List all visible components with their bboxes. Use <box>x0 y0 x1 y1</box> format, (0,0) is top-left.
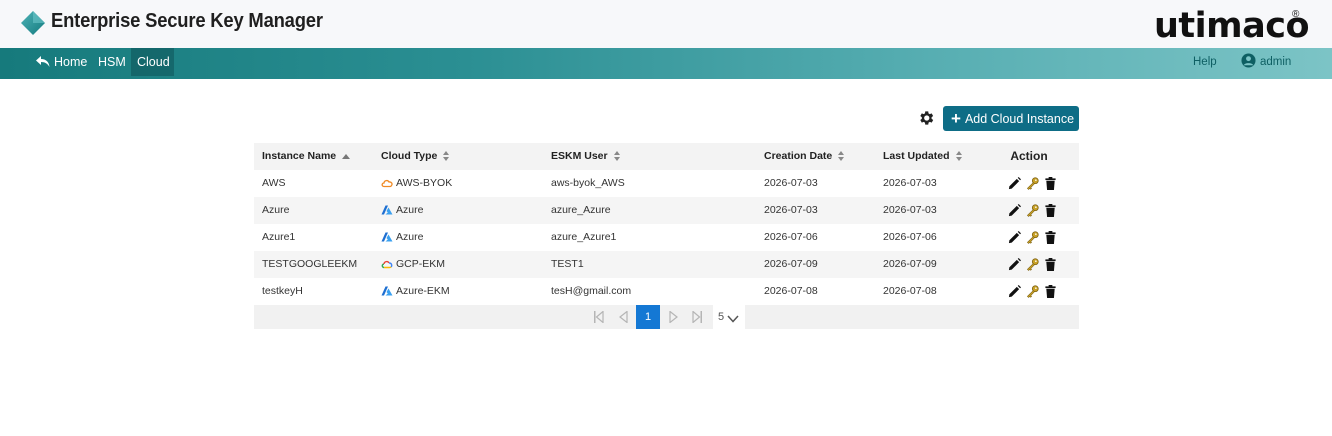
cloud-type: Azure <box>381 224 423 251</box>
app-title: Enterprise Secure Key Manager <box>51 10 323 32</box>
cloud-instance-table: Instance Name Cloud Type ESKM User Creat… <box>254 143 1079 329</box>
nav-cloud[interactable]: Cloud <box>131 48 174 76</box>
next-page-icon <box>668 310 678 324</box>
column-header-action: Action <box>1010 149 1048 163</box>
back-arrow-icon <box>36 56 50 67</box>
next-page-button[interactable] <box>666 305 680 329</box>
eskm-user: tesH@gmail.com <box>551 285 632 297</box>
sort-icon <box>443 151 450 162</box>
column-header-instance-name[interactable]: Instance Name <box>262 143 351 170</box>
sort-icon <box>838 151 845 162</box>
column-header-cloud-type[interactable]: Cloud Type <box>381 143 450 170</box>
key-icon[interactable] <box>1026 204 1039 217</box>
creation-date: 2026-07-03 <box>764 177 818 189</box>
column-header-creation-date[interactable]: Creation Date <box>764 143 845 170</box>
chevron-down-icon <box>727 315 739 323</box>
azure-icon <box>381 286 393 296</box>
last-updated: 2026-07-08 <box>883 285 937 297</box>
utimaco-logo: utimaco <box>1154 6 1310 46</box>
eskm-user: azure_Azure1 <box>551 231 617 243</box>
table-row[interactable]: Azure Azure azure_Azure 2026-07-03 2026-07-0… <box>254 197 1079 224</box>
diamond-logo-icon <box>21 11 45 35</box>
previous-page-icon <box>618 310 628 324</box>
delete-icon[interactable] <box>1044 258 1057 271</box>
creation-date: 2026-07-06 <box>764 231 818 243</box>
key-icon[interactable] <box>1026 177 1039 190</box>
app-header: Enterprise Secure Key Manager utimaco ® <box>0 0 1332 48</box>
registered-mark: ® <box>1292 9 1300 20</box>
last-updated: 2026-07-03 <box>883 204 937 216</box>
add-cloud-instance-label: Add Cloud Instance <box>964 112 1075 126</box>
instance-name: testkeyH <box>262 285 303 297</box>
nav-help[interactable]: Help <box>1193 48 1217 76</box>
gcp-icon <box>381 260 393 269</box>
creation-date: 2026-07-09 <box>764 258 818 270</box>
edit-icon[interactable] <box>1008 204 1021 217</box>
delete-icon[interactable] <box>1044 177 1057 190</box>
azure-icon <box>381 232 393 242</box>
last-updated: 2026-07-03 <box>883 177 937 189</box>
sort-asc-icon <box>342 153 351 159</box>
creation-date: 2026-07-03 <box>764 204 818 216</box>
main-nav: Home HSM Cloud Help admin <box>0 48 1332 79</box>
last-updated: 2026-07-09 <box>883 258 937 270</box>
cloud-type: Azure <box>381 197 423 224</box>
first-page-icon <box>594 310 604 324</box>
sort-icon <box>613 151 621 162</box>
nav-home[interactable]: Home <box>36 48 87 76</box>
key-icon[interactable] <box>1026 258 1039 271</box>
eskm-user: azure_Azure <box>551 204 611 216</box>
add-cloud-instance-button[interactable]: + Add Cloud Instance <box>943 106 1079 131</box>
delete-icon[interactable] <box>1044 285 1057 298</box>
delete-icon[interactable] <box>1044 204 1057 217</box>
page-number-button[interactable]: 1 <box>636 305 660 329</box>
cloud-type: GCP-EKM <box>381 251 445 278</box>
user-name: admin <box>1260 56 1292 68</box>
key-icon[interactable] <box>1026 285 1039 298</box>
previous-page-button[interactable] <box>616 305 630 329</box>
edit-icon[interactable] <box>1008 285 1021 298</box>
last-page-button[interactable] <box>690 305 704 329</box>
edit-icon[interactable] <box>1008 258 1021 271</box>
column-header-last-updated[interactable]: Last Updated <box>883 143 963 170</box>
column-header-eskm-user[interactable]: ESKM User <box>551 143 621 170</box>
plus-icon: + <box>951 109 961 128</box>
nav-hsm[interactable]: HSM <box>98 48 126 76</box>
eskm-user: TEST1 <box>551 258 584 270</box>
eskm-user: aws-byok_AWS <box>551 177 625 189</box>
cloud-type: AWS-BYOK <box>381 170 452 197</box>
edit-icon[interactable] <box>1008 231 1021 244</box>
table-row[interactable]: testkeyH Azure-EKM tesH@gmail.com 2026-07-0… <box>254 278 1079 305</box>
instance-name: Azure <box>262 204 290 216</box>
last-page-icon <box>692 310 702 324</box>
instance-name: AWS <box>262 177 286 189</box>
gear-icon[interactable] <box>917 109 935 127</box>
azure-icon <box>381 205 393 215</box>
delete-icon[interactable] <box>1044 231 1057 244</box>
key-icon[interactable] <box>1026 231 1039 244</box>
table-row[interactable]: AWS AWS-BYOK aws-byok_AWS 2026-07-03 2026-07… <box>254 170 1079 197</box>
nav-home-label: Home <box>54 55 88 69</box>
user-menu[interactable]: admin <box>1241 48 1291 76</box>
pagination: 1 5 <box>254 305 1079 329</box>
table-header: Instance Name Cloud Type ESKM User Creat… <box>254 143 1079 170</box>
first-page-button[interactable] <box>592 305 606 329</box>
creation-date: 2026-07-08 <box>764 285 818 297</box>
last-updated: 2026-07-06 <box>883 231 937 243</box>
table-row[interactable]: Azure1 Azure azure_Azure1 2026-07-06 2026-07… <box>254 224 1079 251</box>
page-size-select[interactable]: 5 <box>713 305 745 329</box>
cloud-type: Azure-EKM <box>381 278 450 305</box>
instance-name: TESTGOOGLEEKM <box>262 258 358 270</box>
aws-cloud-icon <box>381 179 393 188</box>
edit-icon[interactable] <box>1008 177 1021 190</box>
page-size-value: 5 <box>718 311 725 323</box>
table-row[interactable]: TESTGOOGLEEKM GCP-EKM TEST1 2026-07-09 2026-… <box>254 251 1079 278</box>
user-avatar-icon <box>1241 53 1256 68</box>
sort-icon <box>955 151 963 162</box>
instance-name: Azure1 <box>262 231 296 243</box>
